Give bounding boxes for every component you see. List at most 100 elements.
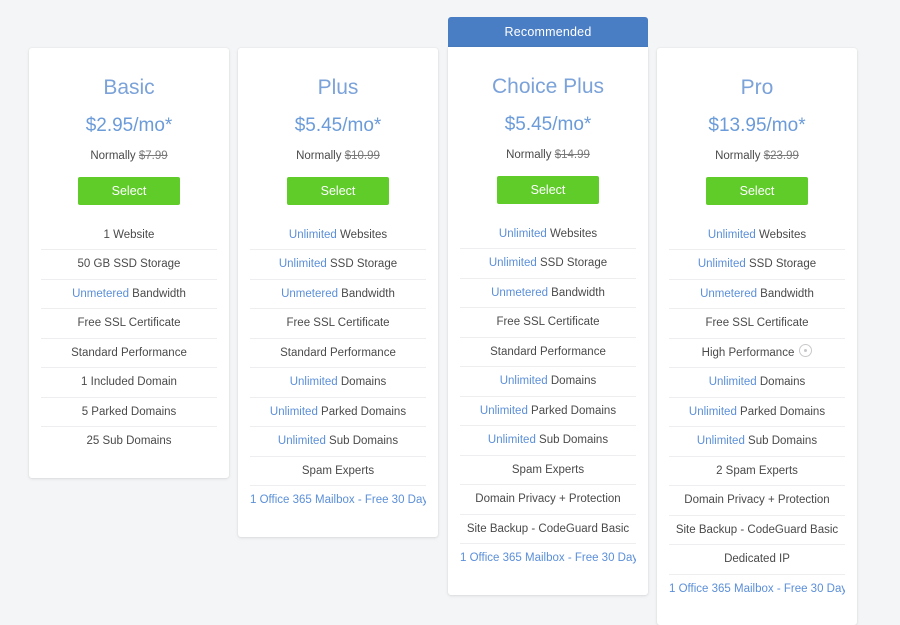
feature-text: Parked Domains [317,405,407,418]
feature-item: Unlimited Parked Domains [460,397,636,427]
feature-highlight: Unlimited [487,434,536,447]
feature-item: Domain Privacy + Protection [460,485,636,515]
feature-text: Websites [755,228,807,241]
feature-item: Free SSL Certificate [669,309,845,339]
info-icon[interactable] [799,343,813,357]
plan-normally-price: Normally $14.99 [448,137,648,163]
select-button[interactable]: Select [497,175,599,204]
feature-item[interactable]: 1 Office 365 Mailbox - Free 30 Days [669,575,845,604]
normally-label: Normally [90,149,136,162]
feature-text: Spam Experts [301,464,375,477]
select-button[interactable]: Select [287,176,389,205]
feature-text: 1 Website [103,228,155,241]
feature-item: Standard Performance [250,339,426,369]
plan-normally-price: Normally $23.99 [657,138,857,164]
feature-item: Standard Performance [41,339,217,369]
feature-text: Domain Privacy + Protection [475,493,621,506]
plan-name: Pro [740,76,774,99]
feature-item: Unmetered Bandwidth [460,279,636,309]
plan-name: Basic [103,76,155,99]
feature-item: Unlimited Sub Domains [669,427,845,457]
feature-highlight: Unlimited [499,375,548,388]
feature-text: Websites [336,228,388,241]
feature-item: Unmetered Bandwidth [250,280,426,310]
feature-item: Site Backup - CodeGuard Basic [460,515,636,545]
feature-highlight: Unlimited [498,227,547,240]
feature-item: Unlimited Websites [460,220,636,250]
plan-name: Plus [317,76,359,99]
feature-text: SSD Storage [536,257,608,270]
select-button[interactable]: Select [706,176,808,205]
plan-card: Pro $13.95/mo* Normally $23.99 Select Unlimi… [657,48,857,625]
feature-text: Site Backup - CodeGuard Basic [466,522,630,535]
plan-column-choice-plus: Recommended Choice Plus $5.45/mo* Normally … [448,17,648,595]
feature-highlight: Unmetered [72,287,129,300]
normally-label: Normally [296,149,342,162]
feature-text: Sub Domains [535,434,609,447]
feature-text: Sub Domains [325,435,399,448]
feature-text: Standard Performance [280,346,396,359]
feature-highlight: Unlimited [488,257,537,270]
plan-card: Plus $5.45/mo* Normally $10.99 Select Unlimi… [238,48,438,537]
feature-item: Unlimited Websites [669,221,845,251]
plan-column-pro: Pro $13.95/mo* Normally $23.99 Select Unlimi… [657,48,857,625]
feature-list: Unlimited Websites Unlimited SSD Storage U… [448,220,648,573]
feature-text: Sub Domains [744,435,818,448]
feature-text: Standard Performance [71,346,187,359]
feature-item: Spam Experts [250,457,426,487]
feature-item[interactable]: 1 Office 365 Mailbox - Free 30 Days [460,544,636,573]
feature-text: Free SSL Certificate [705,317,809,330]
select-button[interactable]: Select [78,176,180,205]
plan-name: Choice Plus [491,75,605,98]
feature-text: Bandwidth [128,287,186,300]
feature-item: Unlimited SSD Storage [669,250,845,280]
feature-item: 2 Spam Experts [669,457,845,487]
feature-item: Standard Performance [460,338,636,368]
feature-item: 1 Included Domain [41,368,217,398]
feature-text: Domains [756,376,806,389]
normally-label: Normally [715,149,761,162]
feature-item: Dedicated IP [669,545,845,575]
feature-item: Free SSL Certificate [460,308,636,338]
select-button-row: Select [29,164,229,205]
feature-text: Free SSL Certificate [496,316,600,329]
plan-normally-price: Normally $7.99 [29,138,229,164]
feature-text: Site Backup - CodeGuard Basic [675,523,839,536]
feature-item[interactable]: 1 Office 365 Mailbox - Free 30 Days [250,486,426,515]
feature-item: Unlimited Sub Domains [460,426,636,456]
feature-text: 25 Sub Domains [86,435,172,448]
feature-highlight: Unlimited [278,258,327,271]
plan-normally-price: Normally $10.99 [238,138,438,164]
feature-text: Spam Experts [511,463,585,476]
pricing-table: Basic $2.95/mo* Normally $7.99 Select 1 Webs… [0,0,900,625]
feature-item: Unlimited Parked Domains [669,398,845,428]
feature-highlight: Unmetered [700,287,757,300]
select-button-row: Select [657,164,857,205]
feature-text: Free SSL Certificate [286,317,390,330]
feature-item: High Performance [669,339,845,369]
feature-highlight: Unlimited [479,404,528,417]
feature-text: Websites [546,227,598,240]
feature-list: Unlimited Websites Unlimited SSD Storage U… [657,221,857,604]
feature-item: Unlimited Websites [250,221,426,251]
feature-item: 1 Website [41,221,217,251]
feature-item: Unlimited SSD Storage [460,249,636,279]
feature-text: High Performance [701,346,795,359]
feature-text: 2 Spam Experts [716,464,798,477]
plan-column-plus: Plus $5.45/mo* Normally $10.99 Select Unlimi… [238,48,438,537]
feature-text: Standard Performance [490,345,606,358]
feature-text: Domain Privacy + Protection [684,494,830,507]
feature-item: Unlimited Sub Domains [250,427,426,457]
original-price: $23.99 [763,149,799,162]
feature-item: Free SSL Certificate [250,309,426,339]
feature-item: Unlimited Domains [669,368,845,398]
feature-item: Unmetered Bandwidth [669,280,845,310]
feature-text: Domains [337,376,387,389]
plan-card: Basic $2.95/mo* Normally $7.99 Select 1 Webs… [29,48,229,478]
feature-item: Free SSL Certificate [41,309,217,339]
plan-card: Choice Plus $5.45/mo* Normally $14.99 Selec… [448,47,648,595]
feature-text: 1 Office 365 Mailbox - Free 30 Days [250,494,426,507]
normally-label: Normally [506,148,552,161]
select-button-row: Select [238,164,438,205]
feature-item: Unlimited Parked Domains [250,398,426,428]
